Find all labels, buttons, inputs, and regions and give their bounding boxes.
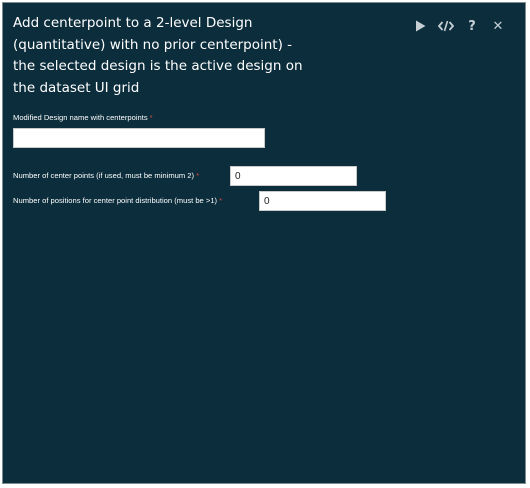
positions-label-text: Number of positions for center point dis… [13,196,218,205]
help-icon: ? [468,18,476,34]
close-icon: ✕ [492,18,504,34]
play-icon [415,20,425,32]
center-points-label-text: Number of center points (if used, must b… [13,171,195,180]
center-points-label: Number of center points (if used, must b… [13,171,199,180]
dialog-title: Add centerpoint to a 2-level Design (qua… [13,15,303,96]
design-name-label: Modified Design name with centerpoints * [13,113,153,122]
required-marker: * [149,113,153,122]
design-name-input[interactable] [13,128,265,148]
positions-label: Number of positions for center point dis… [13,196,222,205]
required-marker: * [196,171,200,180]
close-button[interactable]: ✕ [485,16,511,36]
dialog-toolbar: ? ✕ [407,16,511,36]
help-button[interactable]: ? [459,16,485,36]
center-points-input[interactable] [230,166,357,186]
run-button[interactable] [407,16,433,36]
required-marker: * [219,196,223,205]
design-name-label-text: Modified Design name with centerpoints [13,113,148,122]
dialog-panel: Add centerpoint to a 2-level Design (qua… [2,2,526,484]
code-icon [438,20,454,32]
code-button[interactable] [433,16,459,36]
positions-input[interactable] [259,191,386,211]
